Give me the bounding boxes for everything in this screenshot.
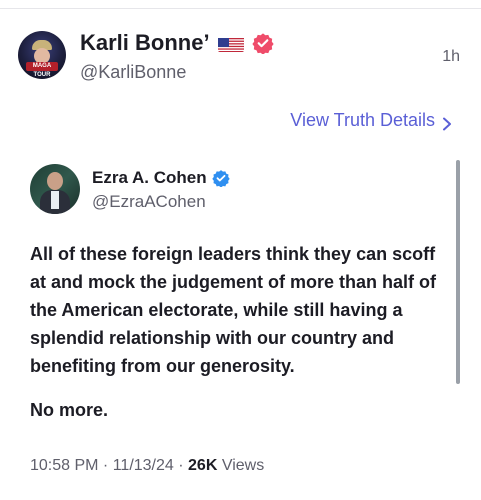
- author-avatar[interactable]: MAGA TOUR: [18, 31, 66, 79]
- top-divider: [0, 8, 481, 9]
- verified-badge-icon: [211, 169, 230, 188]
- quoted-truth[interactable]: Ezra A. Cohen @EzraACohen All of these f…: [30, 160, 460, 388]
- post-meta: 10:58 PM · 11/13/24 · 26K Views: [30, 457, 264, 475]
- quoted-author-name[interactable]: Ezra A. Cohen: [92, 168, 207, 188]
- post-time: 1h: [442, 48, 460, 65]
- quoted-author-name-row[interactable]: Ezra A. Cohen: [92, 168, 230, 188]
- avatar-badge-text: MAGA TOUR: [26, 62, 58, 78]
- quoted-author-avatar[interactable]: [30, 164, 80, 214]
- quoted-author-handle[interactable]: @EzraACohen: [92, 192, 206, 212]
- avatar-face: [47, 172, 63, 190]
- quoted-body-text: All of these foreign leaders think they …: [30, 244, 437, 376]
- view-truth-details-link[interactable]: View Truth Details: [290, 110, 453, 131]
- post-timestamp: 10:58 PM · 11/13/24 ·: [30, 457, 189, 474]
- us-flag-icon: [217, 35, 244, 52]
- chevron-right-icon: [441, 115, 453, 130]
- views-count: 26K: [188, 457, 218, 474]
- quote-scroll-bar: [456, 160, 460, 384]
- author-name[interactable]: Karli Bonne’: [80, 30, 210, 56]
- views-label: Views: [217, 457, 265, 474]
- quoted-closing-text: No more.: [30, 400, 109, 420]
- view-truth-details-label[interactable]: View Truth Details: [290, 110, 435, 131]
- avatar-shirt: [51, 191, 59, 209]
- author-handle[interactable]: @KarliBonne: [80, 62, 186, 83]
- verified-badge-icon: [251, 32, 274, 55]
- author-name-row[interactable]: Karli Bonne’: [80, 30, 274, 56]
